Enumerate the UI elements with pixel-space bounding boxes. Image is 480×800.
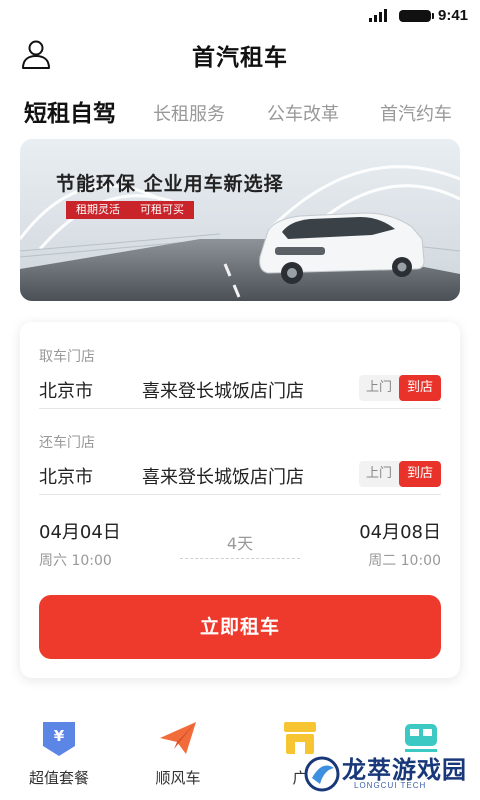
end-weekday-time: 周二 10:00 [368,553,441,569]
watermark-text: 龙萃游戏园 [342,756,467,784]
divider [39,494,441,495]
pickup-mode-toggle[interactable]: 上门 到店 [359,375,441,401]
banner-tag: 租期灵活 [66,201,130,219]
banner-tag: 可租可买 [130,201,194,219]
pickup-in-store-option[interactable]: 到店 [399,375,441,401]
tab-shouqi-ride[interactable]: 首汽约车 [380,100,452,126]
tab-long-rental[interactable]: 长租服务 [153,100,225,126]
watermark-subtext: LONGCUI TECH [354,781,427,790]
nav-label: 顺风车 [155,769,201,787]
divider [39,408,441,409]
rental-duration: 4天 [226,534,254,553]
start-date[interactable]: 04月04日 [39,518,121,544]
return-city[interactable]: 北京市 [39,463,93,489]
watermark-emblem-icon [304,756,340,792]
yuan-tag-icon: ¥ [43,722,75,756]
start-weekday-time: 周六 10:00 [39,553,112,569]
rent-now-button[interactable]: 立即租车 [39,595,441,659]
pickup-door-delivery-option[interactable]: 上门 [359,375,399,401]
service-tabs: 短租自驾 长租服务 公车改革 首汽约车 [0,94,480,134]
app-header: 首汽租车 [0,32,480,76]
return-store[interactable]: 喜来登长城饭店门店 [142,463,304,489]
page-title: 首汽租车 [192,45,288,71]
return-mode-toggle[interactable]: 上门 到店 [359,461,441,487]
return-label: 还车门店 [39,435,95,451]
nav-item-package[interactable]: ¥ 超值套餐 [19,712,99,792]
end-date[interactable]: 04月08日 [359,518,441,544]
signal-icon [369,9,387,22]
booking-card: 取车门店 北京市 喜来登长城饭店门店 上门 到店 还车门店 北京市 喜来登长城饭… [20,322,460,678]
nav-label: 超值套餐 [28,769,89,787]
duration-dashed-line [180,558,300,559]
return-door-pickup-option[interactable]: 上门 [359,461,399,487]
nav-item-carpool[interactable]: 顺风车 [138,712,218,792]
return-in-store-option[interactable]: 到店 [399,461,441,487]
status-time: 9:41 [438,7,469,24]
banner-image [20,139,460,301]
promo-banner[interactable]: 节能环保 企业用车新选择 租期灵活 可租可买 [20,139,460,301]
svg-text:¥: ¥ [54,727,65,745]
pickup-label: 取车门店 [39,349,95,365]
paper-plane-icon [160,722,196,754]
tab-official-car-reform[interactable]: 公车改革 [267,100,339,126]
tab-short-rental[interactable]: 短租自驾 [24,94,116,128]
banner-headline: 节能环保 企业用车新选择 [56,173,284,195]
pickup-city[interactable]: 北京市 [39,377,93,403]
status-bar: 9:41 [0,0,480,32]
battery-icon [399,10,434,22]
watermark-logo: 龙萃游戏园 LONGCUI TECH [304,750,480,800]
pickup-store[interactable]: 喜来登长城饭店门店 [142,377,304,403]
